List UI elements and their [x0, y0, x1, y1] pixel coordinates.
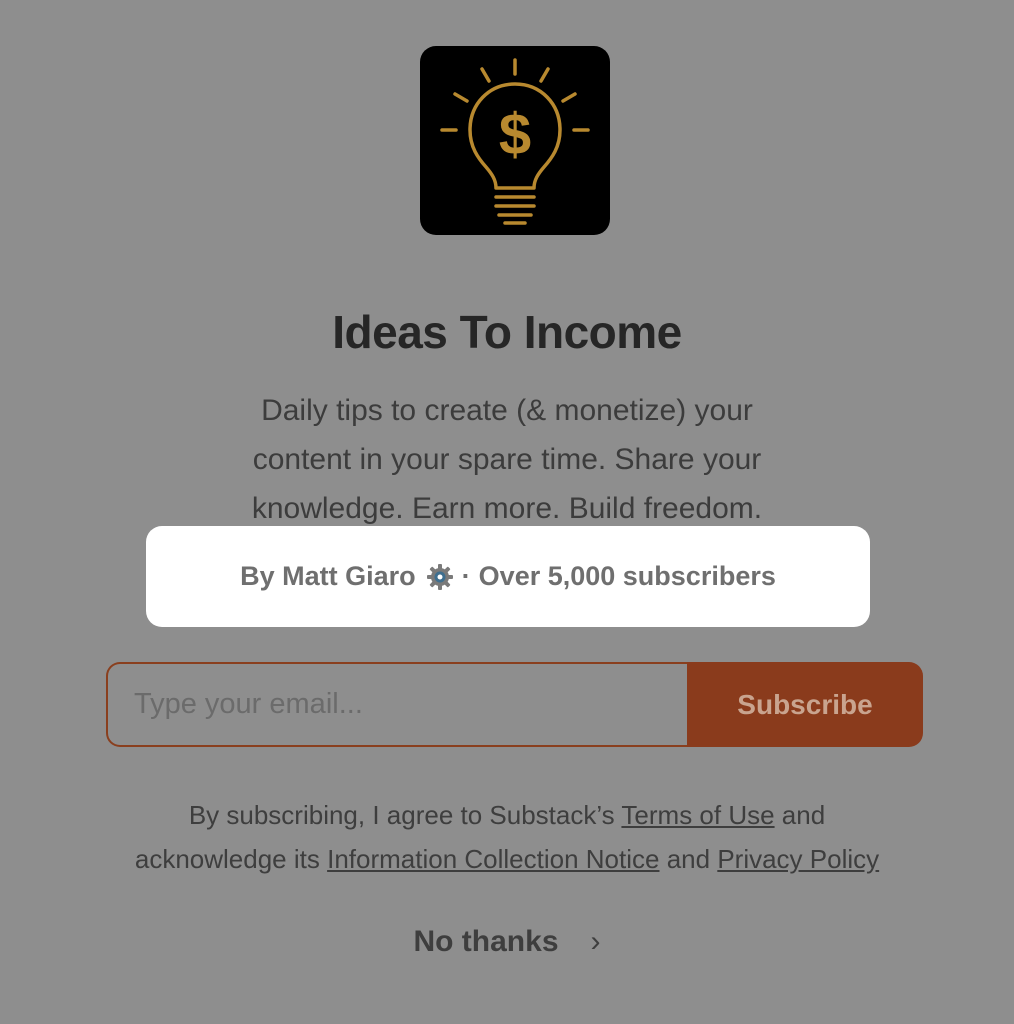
chevron-right-icon: › [590, 925, 601, 958]
subscribe-form: Subscribe [106, 662, 923, 747]
legal-text: and [774, 800, 826, 830]
no-thanks-button[interactable]: No thanks › [0, 918, 1014, 966]
legal-text: acknowledge its [134, 844, 328, 874]
information-collection-notice-link[interactable]: Information Collection Notice [327, 844, 659, 874]
privacy-policy-link[interactable]: Privacy Policy [717, 844, 879, 874]
legal-text: and [659, 844, 718, 874]
legal-notice: By subscribing, I agree to Substack’s Te… [90, 793, 924, 881]
gear-icon [426, 563, 454, 591]
email-input[interactable] [106, 662, 687, 747]
subscribe-button[interactable]: Subscribe [687, 662, 923, 747]
subscriber-count: Over 5,000 subscribers [478, 561, 776, 591]
author-name[interactable]: By Matt Giaro [240, 561, 416, 592]
svg-text:$: $ [499, 102, 531, 167]
terms-of-use-link[interactable]: Terms of Use [621, 800, 774, 830]
description-line: Daily tips to create (& monetize) your [261, 394, 753, 427]
lightbulb-dollar-icon: $ [440, 58, 590, 225]
author-card: By Matt Giaro · Over 5,000 subscribers [146, 526, 870, 627]
publication-title: Ideas To Income [332, 306, 682, 358]
description-line: content in your spare time. Share your [252, 443, 762, 476]
publication-logo: $ [420, 46, 610, 235]
publication-description: Daily tips to create (& monetize) your c… [207, 386, 807, 533]
no-thanks-label: No thanks [413, 925, 559, 958]
legal-text: By subscribing, I agree to Substack’s [188, 800, 622, 830]
separator-dot: · [461, 561, 471, 591]
